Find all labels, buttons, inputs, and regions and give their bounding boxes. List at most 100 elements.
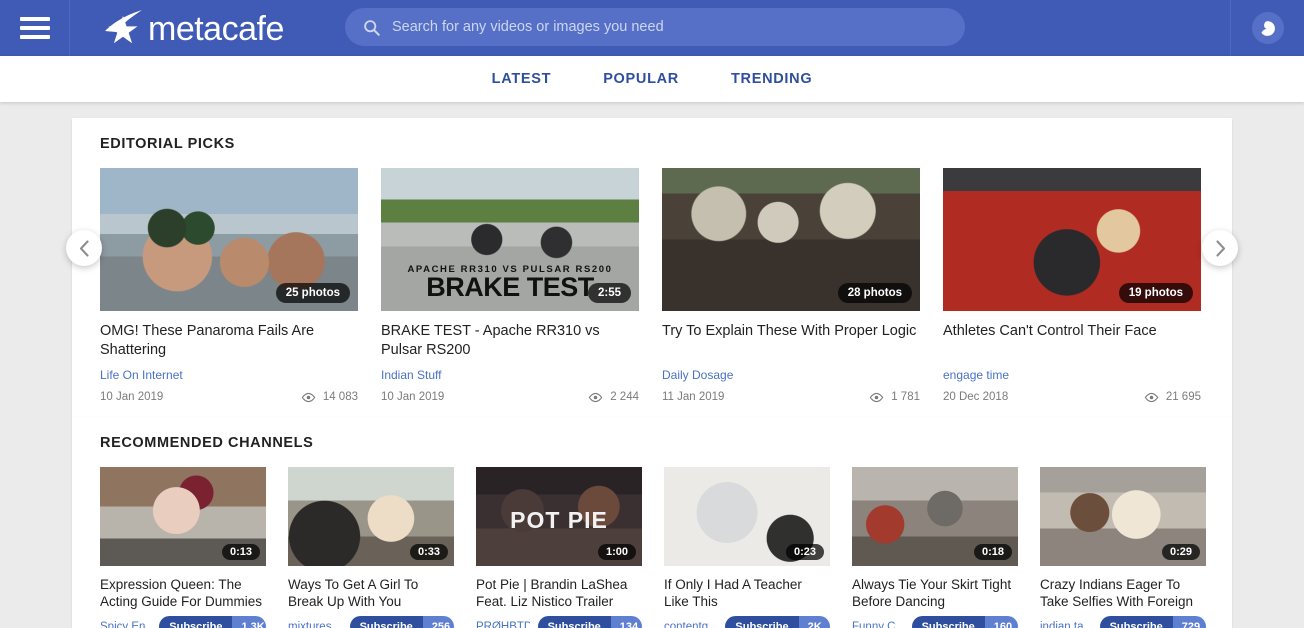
duration-badge: 0:33 (409, 544, 448, 560)
subscribe-button[interactable]: Subscribe 729 (1099, 616, 1206, 628)
view-count-value: 1 781 (891, 391, 920, 403)
subscribe-label: Subscribe (537, 616, 611, 628)
editorial-card-title[interactable]: OMG! These Panaroma Fails Are Shattering (100, 322, 358, 360)
photo-count-badge: 28 photos (837, 282, 912, 303)
subscribe-label: Subscribe (911, 616, 985, 628)
editorial-card-channel[interactable]: Life On Internet (100, 368, 358, 382)
editorial-card-meta: 11 Jan 2019 1 781 (662, 391, 920, 403)
video-thumbnail[interactable]: 25 photos (100, 168, 358, 311)
star-swoosh-icon (105, 10, 142, 44)
editorial-card-title[interactable]: Athletes Can't Control Their Face (943, 322, 1201, 360)
channel-card-title[interactable]: Pot Pie | Brandin LaShea Feat. Liz Nisti… (476, 576, 642, 611)
brand-name: metacafe (148, 10, 284, 48)
search-input[interactable] (392, 19, 947, 35)
subscriber-count: 134 (610, 616, 642, 628)
view-count: 21 695 (1144, 391, 1201, 403)
editorial-card-meta: 20 Dec 2018 21 695 (943, 391, 1201, 403)
channel-name[interactable]: indian ta... (1040, 621, 1092, 628)
video-thumbnail[interactable]: 28 photos (662, 168, 920, 311)
channel-card[interactable]: POT PIE 1:00 Pot Pie | Brandin LaShea Fe… (476, 467, 642, 628)
view-count-value: 14 083 (322, 391, 358, 403)
video-thumbnail[interactable]: APACHE RR310 VS PULSAR RS200 BRAKE TEST … (381, 168, 639, 311)
channel-card[interactable]: 0:33 Ways To Get A Girl To Break Up With… (288, 467, 454, 628)
tab-latest[interactable]: LATEST (492, 71, 552, 87)
channel-card[interactable]: 0:29 Crazy Indians Eager To Take Selfies… (1040, 467, 1206, 628)
tab-trending[interactable]: TRENDING (731, 71, 812, 87)
channel-card[interactable]: 0:23 If Only I Had A Teacher Like This c… (664, 467, 830, 628)
channel-card-footer: indian ta... Subscribe 729 (1040, 616, 1206, 628)
account-button[interactable] (1230, 0, 1304, 56)
eye-icon (301, 392, 316, 402)
video-thumbnail[interactable]: 0:18 (852, 467, 1018, 566)
channel-card-title[interactable]: Ways To Get A Girl To Break Up With You (288, 576, 454, 611)
avatar (1251, 12, 1284, 44)
subscriber-count: 1.3K (232, 616, 266, 628)
editorial-picks-carousel: 25 photos OMG! These Panaroma Fails Are … (72, 168, 1232, 403)
brand-logo[interactable]: metacafe (102, 0, 284, 56)
main-content: EDITORIAL PICKS 25 photos OMG! These Pan… (0, 102, 1304, 628)
recommended-channels-title: RECOMMENDED CHANNELS (100, 435, 314, 451)
subscribe-label: Subscribe (349, 616, 423, 628)
channel-name[interactable]: Funny C... (852, 621, 904, 628)
channel-card[interactable]: 0:18 Always Tie Your Skirt Tight Before … (852, 467, 1018, 628)
subscribe-button[interactable]: Subscribe 256 (349, 616, 454, 628)
eye-icon (1144, 392, 1159, 402)
carousel-prev-button[interactable] (66, 230, 102, 266)
view-count-value: 21 695 (1165, 391, 1201, 403)
channel-name[interactable]: Spicy En... (100, 621, 151, 628)
eye-icon (869, 392, 884, 402)
editorial-card[interactable]: 19 photos Athletes Can't Control Their F… (943, 168, 1201, 403)
editorial-card-title[interactable]: Try To Explain These With Proper Logic (662, 322, 920, 360)
duration-badge: 0:23 (785, 544, 824, 560)
subscribe-button[interactable]: Subscribe 160 (911, 616, 1018, 628)
video-thumbnail[interactable]: 0:33 (288, 467, 454, 566)
editorial-card-meta: 10 Jan 2019 2 244 (381, 391, 639, 403)
channel-name[interactable]: PRØHBTD (476, 621, 530, 628)
editorial-card-channel[interactable]: Indian Stuff (381, 368, 639, 382)
top-header: metacafe (0, 0, 1304, 56)
editorial-card-channel[interactable]: Daily Dosage (662, 368, 920, 382)
channel-card-title[interactable]: Crazy Indians Eager To Take Selfies With… (1040, 576, 1206, 611)
eye-icon (588, 392, 603, 402)
channel-card-title[interactable]: Expression Queen: The Acting Guide For D… (100, 576, 266, 611)
video-thumbnail[interactable]: 19 photos (943, 168, 1201, 311)
subscriber-count: 256 (422, 616, 454, 628)
publish-date: 10 Jan 2019 (381, 391, 445, 403)
primary-nav: LATEST POPULAR TRENDING (0, 56, 1304, 102)
view-count: 14 083 (301, 391, 358, 403)
editorial-card[interactable]: 28 photos Try To Explain These With Prop… (662, 168, 920, 403)
publish-date: 11 Jan 2019 (662, 391, 725, 403)
channel-card-title[interactable]: Always Tie Your Skirt Tight Before Danci… (852, 576, 1018, 611)
channel-name[interactable]: contentg... (664, 621, 717, 628)
channel-card[interactable]: 0:13 Expression Queen: The Acting Guide … (100, 467, 266, 628)
subscribe-button[interactable]: Subscribe 2K (725, 616, 830, 628)
carousel-next-button[interactable] (1202, 230, 1238, 266)
thumbnail-overlay-title: POT PIE (510, 507, 608, 533)
subscribe-button[interactable]: Subscribe 134 (537, 616, 642, 628)
user-avatar-icon (1261, 20, 1275, 36)
video-thumbnail[interactable]: 0:13 (100, 467, 266, 566)
editorial-card[interactable]: APACHE RR310 VS PULSAR RS200 BRAKE TEST … (381, 168, 639, 403)
channel-card-footer: Funny C... Subscribe 160 (852, 616, 1018, 628)
chevron-left-icon (79, 239, 89, 257)
editorial-card-channel[interactable]: engage time (943, 368, 1201, 382)
subscribe-button[interactable]: Subscribe 1.3K (159, 616, 266, 628)
channel-card-footer: Spicy En... Subscribe 1.3K (100, 616, 266, 628)
view-count: 2 244 (588, 391, 639, 403)
editorial-card-title[interactable]: BRAKE TEST - Apache RR310 vs Pulsar RS20… (381, 322, 639, 360)
channel-card-footer: contentg... Subscribe 2K (664, 616, 830, 628)
video-thumbnail[interactable]: 0:23 (664, 467, 830, 566)
photo-count-badge: 25 photos (275, 282, 350, 303)
publish-date: 10 Jan 2019 (100, 391, 164, 403)
video-thumbnail[interactable]: 0:29 (1040, 467, 1206, 566)
video-thumbnail[interactable]: POT PIE 1:00 (476, 467, 642, 566)
recommended-channels-panel: RECOMMENDED CHANNELS 0:13 Expression Que… (72, 417, 1232, 628)
tab-popular[interactable]: POPULAR (603, 71, 679, 87)
menu-button[interactable] (0, 0, 70, 56)
subscribe-label: Subscribe (159, 616, 233, 628)
search-bar[interactable] (345, 8, 965, 46)
editorial-card[interactable]: 25 photos OMG! These Panaroma Fails Are … (100, 168, 358, 403)
editorial-card-meta: 10 Jan 2019 14 083 (100, 391, 358, 403)
channel-card-title[interactable]: If Only I Had A Teacher Like This (664, 576, 830, 611)
channel-name[interactable]: mixtures ... (288, 621, 342, 628)
